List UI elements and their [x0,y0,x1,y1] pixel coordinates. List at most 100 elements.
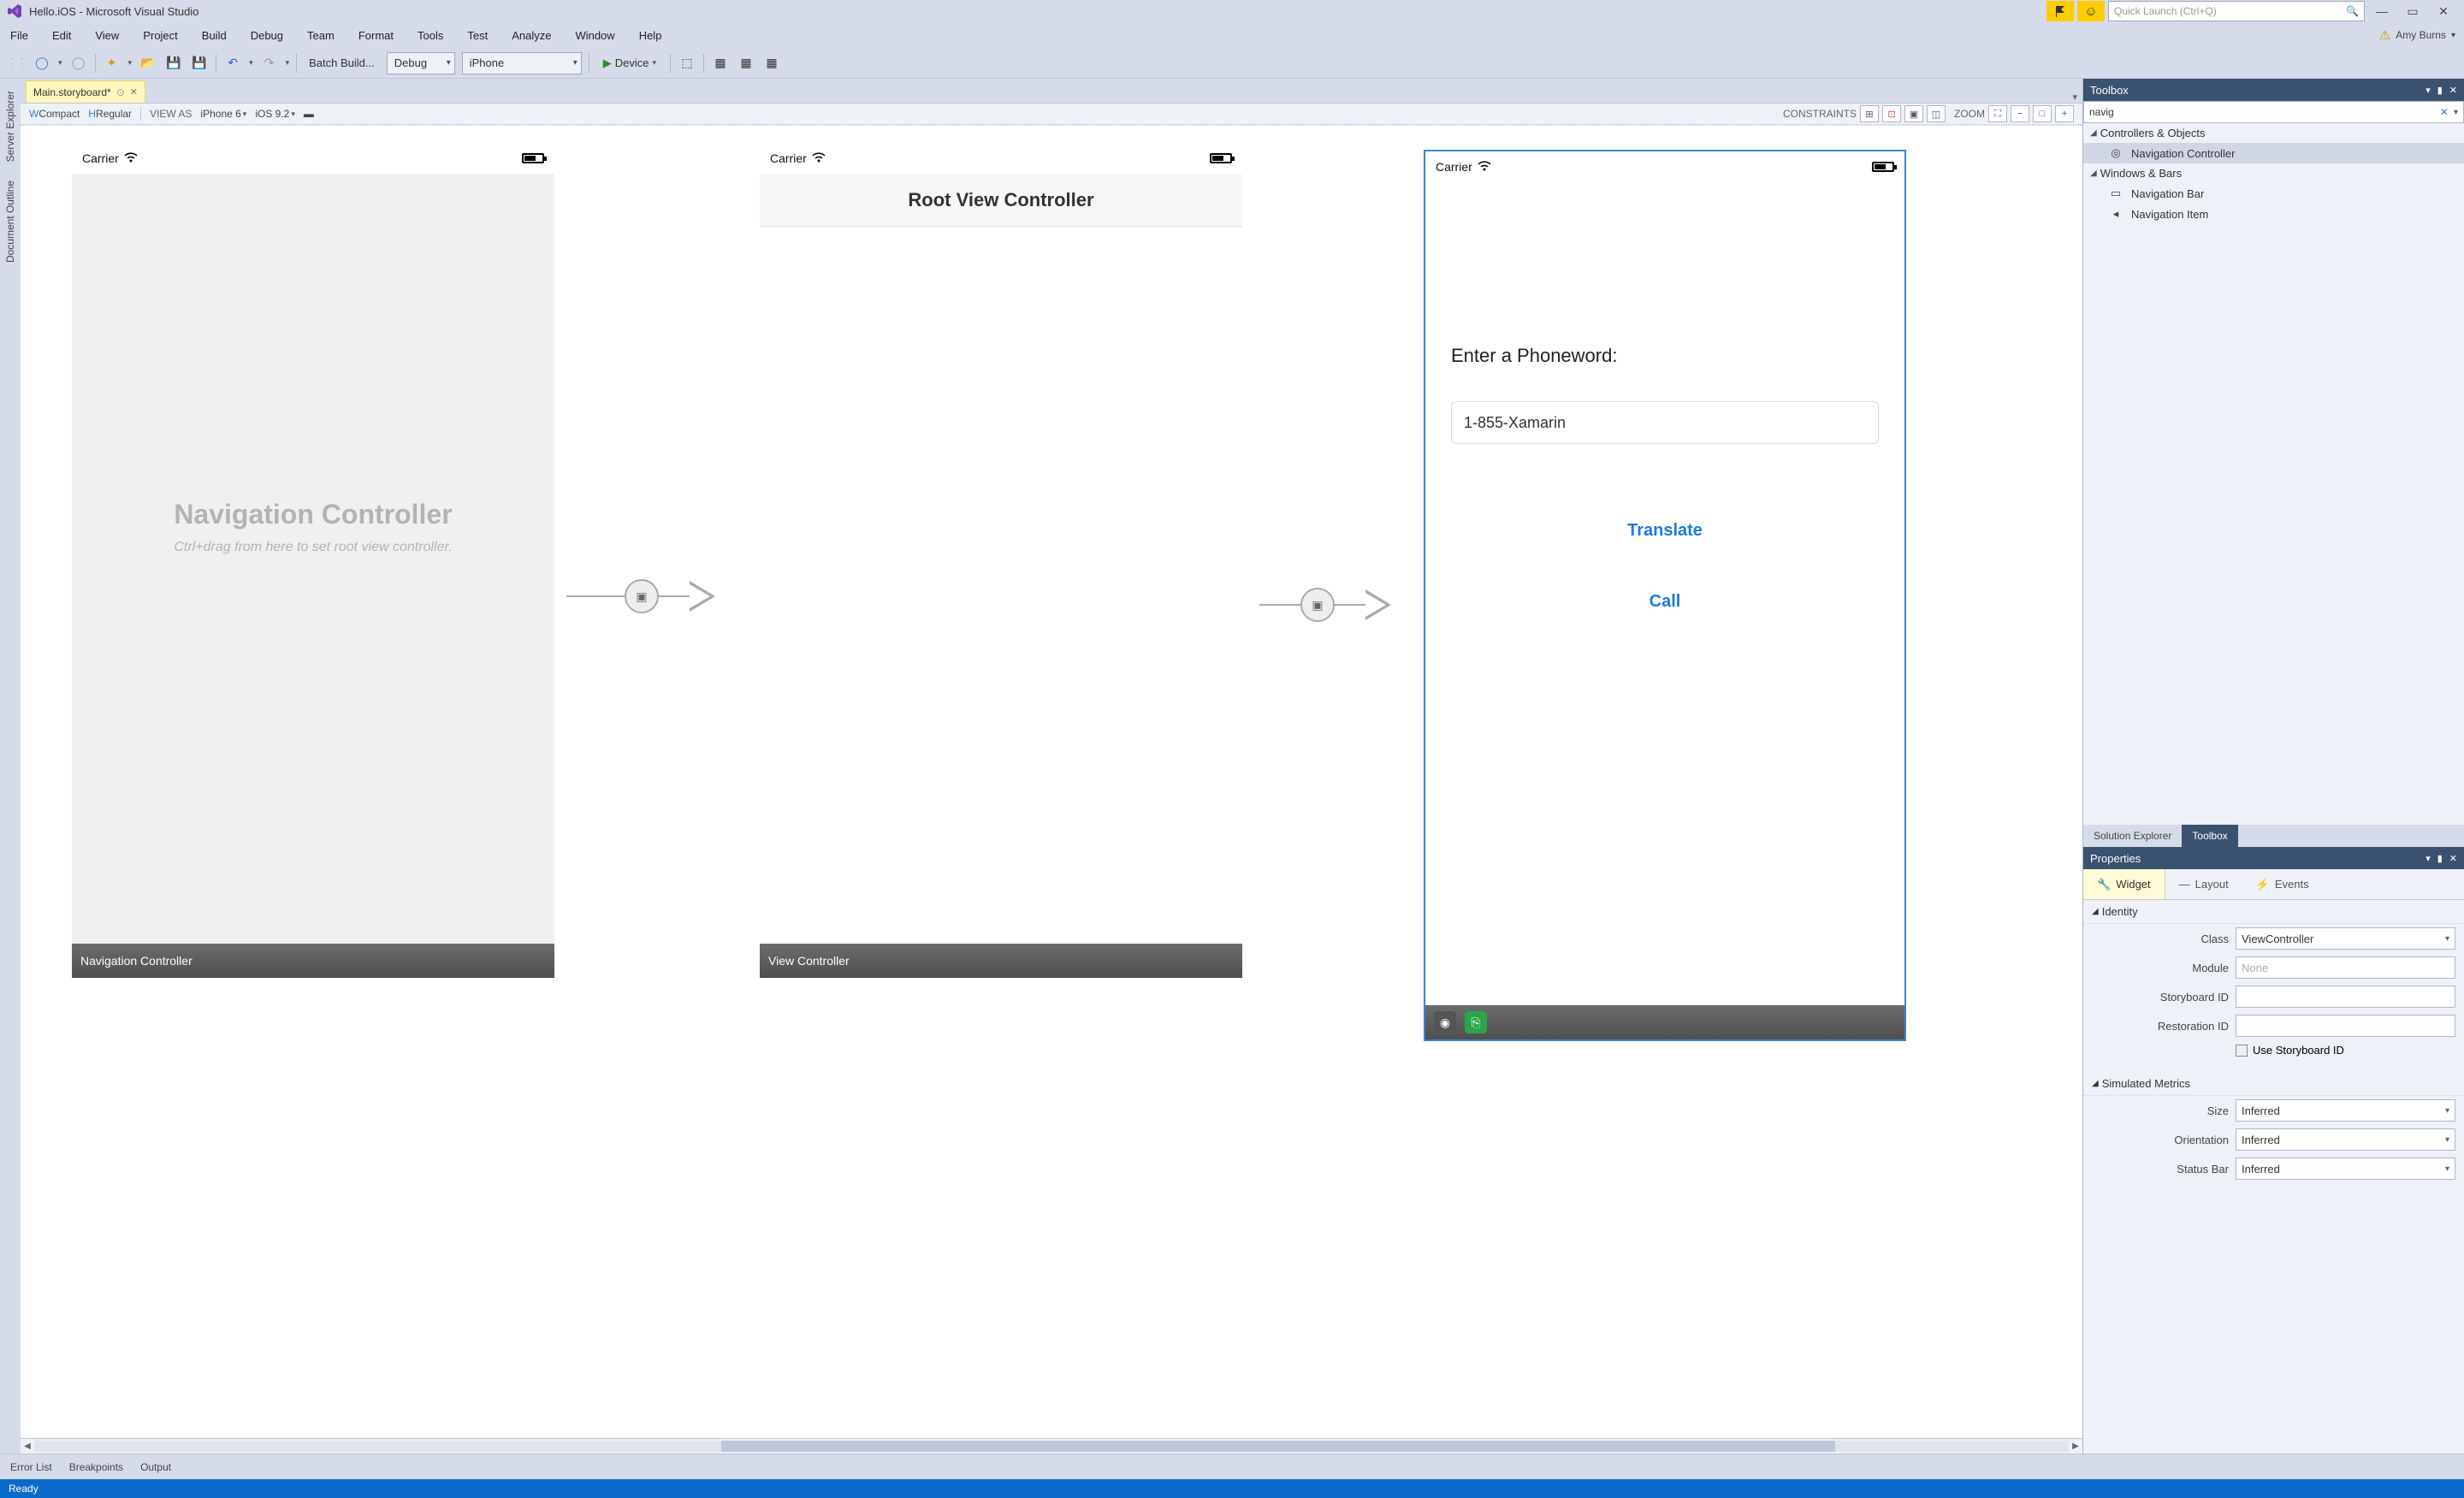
os-selector[interactable]: iOS 9.2▾ [255,108,295,120]
menu-format[interactable]: Format [357,26,395,45]
toolbox-item-navigation-item[interactable]: ◂ Navigation Item [2083,204,2464,224]
property-category-identity[interactable]: ◢Identity [2083,900,2464,924]
toolbar-icon-4[interactable]: ▦ [762,54,781,73]
menu-window[interactable]: Window [573,26,616,45]
property-class-input[interactable]: ViewController [2236,927,2455,950]
bottom-tab-error-list[interactable]: Error List [10,1461,52,1473]
close-button[interactable]: ✕ [2430,1,2457,21]
panel-close-icon[interactable]: ✕ [2449,853,2457,864]
panel-pin-icon[interactable]: ▮ [2437,853,2443,864]
scene-phoneword-view-controller[interactable]: Carrier Enter a Phoneword: 1-855-Xamarin… [1424,150,1906,1041]
zoom-out-button[interactable]: − [2011,105,2029,122]
bottom-tab-breakpoints[interactable]: Breakpoints [69,1461,123,1473]
toolbar-icon-3[interactable]: ▦ [737,54,755,73]
properties-tab-events[interactable]: ⚡ Events [2242,869,2323,899]
menu-build[interactable]: Build [200,26,228,45]
quick-launch-input[interactable]: Quick Launch (Ctrl+Q) 🔍 [2108,1,2365,21]
menu-view[interactable]: View [93,26,121,45]
scene-dock-exit-icon[interactable]: ⎘ [1465,1011,1487,1033]
properties-tab-widget[interactable]: 🔧 Widget [2083,869,2165,899]
bottom-tab-output[interactable]: Output [140,1461,171,1473]
nav-forward-button[interactable]: ◯ [69,54,88,73]
user-dropdown-icon[interactable]: ▾ [2451,31,2455,40]
property-orientation-select[interactable]: Inferred [2236,1128,2455,1151]
tab-overflow-icon[interactable]: ▾ [2072,92,2077,103]
toolbar-icon-1[interactable]: ⬚ [678,54,696,73]
scene-navigation-controller[interactable]: Carrier Navigation Controller Ctrl+drag … [72,143,554,978]
menu-analyze[interactable]: Analyze [510,26,553,45]
feedback-smile-icon[interactable]: ☺ [2077,1,2105,21]
scene-root-view-controller[interactable]: Carrier Root View Controller View Contro… [760,143,1242,978]
property-restoration-id-input[interactable] [2236,1015,2455,1037]
tab-solution-explorer[interactable]: Solution Explorer [2083,825,2182,847]
redo-button[interactable]: ↷ [260,54,279,73]
call-button[interactable]: Call [1451,592,1879,612]
panel-pin-icon[interactable]: ▮ [2437,85,2443,96]
menu-test[interactable]: Test [465,26,489,45]
menu-help[interactable]: Help [637,26,664,45]
new-project-button[interactable]: ✦ [103,54,121,73]
use-storyboard-id-checkbox[interactable]: Use Storyboard ID [2236,1044,2455,1057]
save-all-button[interactable]: 💾 [190,54,209,73]
property-status-bar-select[interactable]: Inferred [2236,1158,2455,1180]
toolbox-category[interactable]: ◢Controllers & Objects [2083,123,2464,143]
scene-dock-vc-icon[interactable]: ◉ [1434,1011,1456,1033]
horizontal-scrollbar[interactable]: ◀ ▶ [21,1438,2082,1454]
size-class-h[interactable]: HRegular [88,108,132,120]
property-storyboard-id-input[interactable] [2236,986,2455,1008]
orientation-icon[interactable]: ▬ [304,108,314,120]
toolbox-item-navigation-bar[interactable]: ▭ Navigation Bar [2083,183,2464,204]
segue-push[interactable]: ▣ [1261,588,1391,622]
nav-back-button[interactable]: ◯ [33,54,51,73]
toolbar-icon-2[interactable]: ▦ [711,54,730,73]
document-tab[interactable]: Main.storyboard* ⊙ ✕ [26,80,145,103]
property-category-simulated-metrics[interactable]: ◢Simulated Metrics [2083,1072,2464,1096]
tab-toolbox[interactable]: Toolbox [2182,825,2237,847]
toolbox-category[interactable]: ◢Windows & Bars [2083,163,2464,183]
panel-options-icon[interactable]: ▾ [2426,85,2431,96]
storyboard-canvas[interactable]: Carrier Navigation Controller Ctrl+drag … [21,125,2082,1438]
zoom-fit-button[interactable]: ⛶ [1988,105,2007,122]
side-tab-server-explorer[interactable]: Server Explorer [3,86,18,167]
toolbox-search-input[interactable]: navig ✕ ▾ [2083,101,2464,123]
phoneword-input[interactable]: 1-855-Xamarin [1451,401,1879,444]
properties-tab-layout[interactable]: — Layout [2165,869,2242,899]
size-class-w[interactable]: WWCompactCompact [29,108,80,120]
property-module-input[interactable]: None [2236,956,2455,979]
clear-search-icon[interactable]: ✕ [2440,106,2449,118]
open-button[interactable]: 📂 [139,54,157,73]
close-tab-icon[interactable]: ✕ [130,86,138,98]
start-device-button[interactable]: ▶ Device ▾ [596,55,663,72]
constraint-btn-1[interactable]: ⊞ [1860,105,1879,122]
zoom-in-button[interactable]: + [2055,105,2074,122]
panel-options-icon[interactable]: ▾ [2426,853,2431,864]
panel-close-icon[interactable]: ✕ [2449,85,2457,96]
notifications-flag-icon[interactable] [2046,1,2074,21]
constraint-btn-2[interactable]: ⊡ [1882,105,1901,122]
configuration-combo[interactable]: Debug [387,52,455,74]
menu-tools[interactable]: Tools [416,26,445,45]
pin-icon[interactable]: ⊙ [116,86,125,98]
constraint-btn-4[interactable]: ◫ [1927,105,1946,122]
menu-file[interactable]: File [9,26,30,45]
menu-team[interactable]: Team [305,26,336,45]
menu-project[interactable]: Project [141,26,179,45]
device-selector[interactable]: iPhone 6▾ [200,108,246,120]
scroll-right-icon[interactable]: ▶ [2069,1439,2082,1454]
constraint-btn-3[interactable]: ▣ [1904,105,1923,122]
menu-edit[interactable]: Edit [50,26,73,45]
property-size-select[interactable]: Inferred [2236,1099,2455,1122]
batch-build-button[interactable]: Batch Build... [304,55,380,71]
menu-debug[interactable]: Debug [249,26,285,45]
user-name[interactable]: Amy Burns [2396,29,2446,41]
side-tab-document-outline[interactable]: Document Outline [3,175,18,268]
segue-root[interactable]: ▣ [568,579,715,613]
save-button[interactable]: 💾 [164,54,183,73]
platform-combo[interactable]: iPhone [462,52,582,74]
search-dropdown-icon[interactable]: ▾ [2454,108,2458,117]
zoom-default-button[interactable]: □ [2033,105,2052,122]
scroll-left-icon[interactable]: ◀ [21,1439,34,1454]
toolbox-item-navigation-controller[interactable]: ◎ Navigation Controller [2083,143,2464,163]
minimize-button[interactable]: — [2368,1,2396,21]
undo-button[interactable]: ↶ [223,54,242,73]
